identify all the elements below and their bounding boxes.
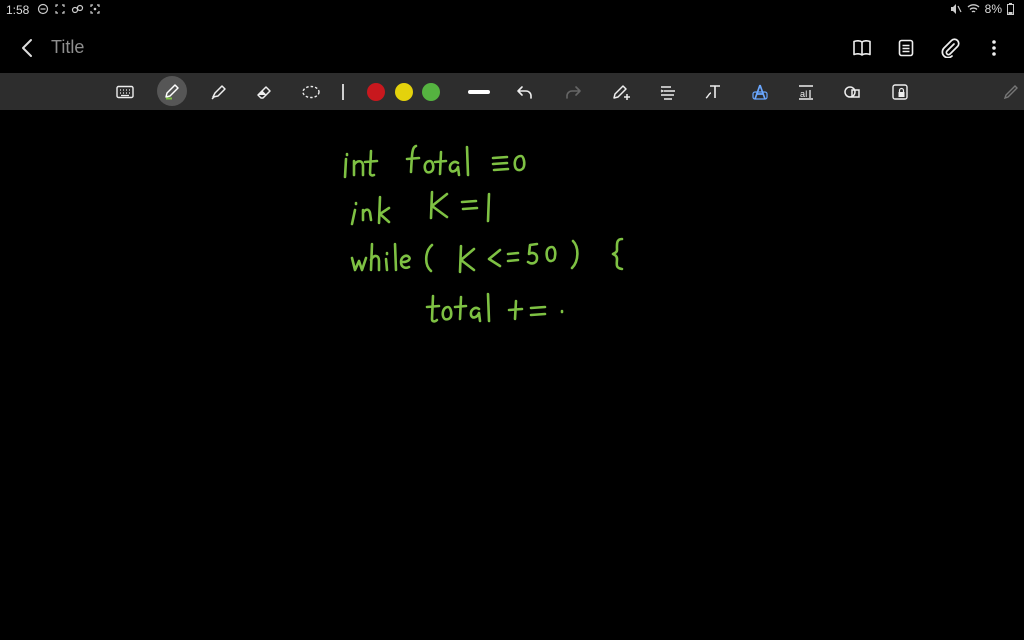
redo-button[interactable]: [560, 79, 586, 105]
drawing-toolbar: aI: [0, 73, 1024, 110]
lasso-tool[interactable]: [298, 79, 324, 105]
text-align-icon: [660, 86, 675, 100]
more-options-button[interactable]: [982, 36, 1006, 60]
pen-plus-tool[interactable]: [608, 79, 634, 105]
mute-icon: [950, 4, 962, 14]
attach-button[interactable]: [938, 36, 962, 60]
status-time: 1:58: [6, 3, 30, 17]
ink-line-int-k: [350, 190, 491, 226]
color-yellow[interactable]: [395, 83, 413, 101]
text-tool[interactable]: [701, 79, 727, 105]
lock-tool[interactable]: [887, 79, 913, 105]
reading-mode-button[interactable]: [850, 36, 874, 60]
text-box-tool[interactable]: aI: [793, 79, 819, 105]
toolbar-divider: [342, 84, 344, 100]
note-canvas[interactable]: [0, 110, 1024, 640]
pen-plus-icon: [613, 85, 630, 100]
shapes-tool[interactable]: [840, 79, 866, 105]
lasso-icon: [302, 85, 320, 99]
page-list-button[interactable]: [894, 36, 918, 60]
page-list-icon: [898, 39, 914, 57]
svg-text:aI: aI: [800, 89, 808, 99]
pencil-icon: [1003, 85, 1018, 100]
redo-icon: [566, 86, 581, 99]
screenshot-icon: [55, 4, 65, 14]
dnd-icon: [37, 3, 49, 15]
wifi-icon: [967, 4, 980, 13]
ocr-icon: [752, 84, 768, 100]
system-status: 8%: [950, 2, 1014, 16]
shapes-icon: [844, 86, 860, 98]
highlighter-tool[interactable]: [205, 79, 231, 105]
notification-icons: [37, 2, 101, 16]
chevron-left-icon: [22, 39, 32, 57]
undo-button[interactable]: [512, 79, 538, 105]
text-box-icon: aI: [799, 85, 813, 100]
link-icon: [71, 4, 84, 14]
status-bar: 1:58 8%: [0, 0, 1024, 22]
ink-line-total-plus: [425, 292, 564, 323]
keyboard-tool[interactable]: [112, 79, 138, 105]
color-green[interactable]: [422, 83, 440, 101]
book-icon: [853, 40, 871, 56]
battery-percent: 8%: [984, 2, 1002, 16]
text-tool-icon: [705, 85, 720, 99]
pencil-settings-button[interactable]: [998, 79, 1024, 105]
ink-line-int-total: [343, 144, 526, 179]
ocr-tool[interactable]: [747, 79, 773, 105]
page-title[interactable]: Title: [51, 37, 84, 58]
keyboard-icon: [116, 85, 134, 99]
stroke-thickness[interactable]: [468, 90, 490, 94]
more-vertical-icon: [992, 40, 996, 56]
eraser-icon: [257, 86, 271, 99]
screen-record-icon: [90, 4, 100, 14]
app-bar: Title: [0, 26, 1024, 68]
app-bar-actions: [850, 36, 1006, 60]
highlighter-icon: [211, 85, 226, 100]
back-button[interactable]: [16, 36, 40, 60]
eraser-tool[interactable]: [251, 79, 277, 105]
text-align-tool[interactable]: [655, 79, 681, 105]
ink-line-while: [350, 237, 624, 274]
color-red[interactable]: [367, 83, 385, 101]
handwritten-ink: [343, 144, 624, 323]
undo-icon: [517, 86, 532, 99]
paperclip-icon: [941, 38, 960, 58]
pen-tool[interactable]: [157, 76, 187, 106]
pen-icon: [165, 84, 179, 100]
lock-icon: [892, 84, 908, 100]
battery-icon: [1007, 3, 1014, 15]
